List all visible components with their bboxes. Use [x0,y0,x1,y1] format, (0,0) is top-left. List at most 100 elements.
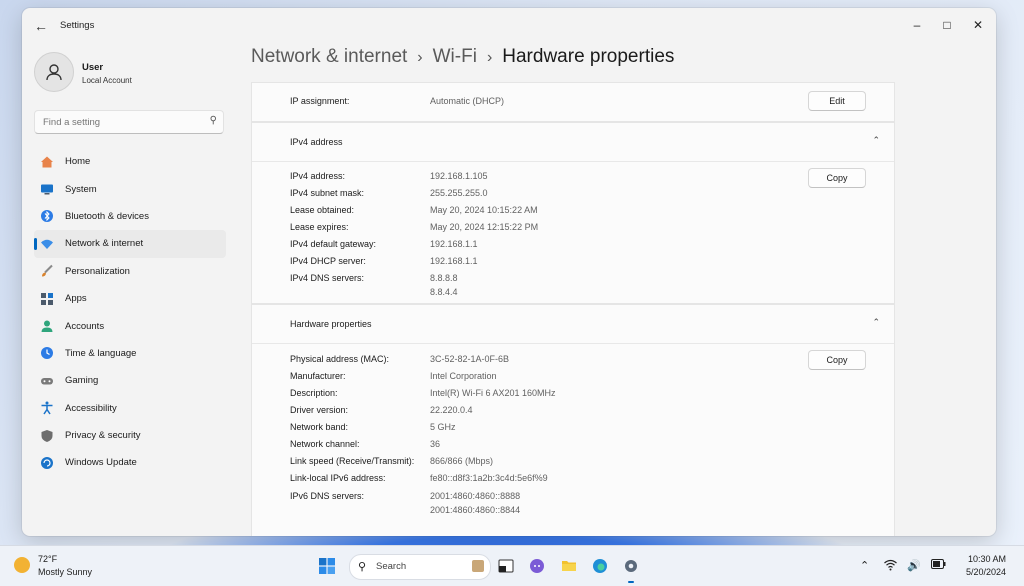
sidebar-item-label: System [65,183,97,195]
ipv4-section-header[interactable]: IPv4 address ⌃ [252,123,894,162]
row-label: IPv4 DNS servers: [290,273,365,283]
sidebar-item-system[interactable]: System [34,175,226,202]
sidebar-item-home[interactable]: Home [34,148,226,175]
row-value: 2001:4860:4860::8844 [430,505,521,515]
sidebar-item-label: Personalization [65,265,130,277]
start-icon[interactable] [318,557,336,575]
copy-hardware-button[interactable]: Copy [808,350,866,370]
page-title: Hardware properties [502,46,675,67]
sidebar-item-privacy[interactable]: Privacy & security [34,422,226,449]
chevron-up-icon[interactable]: ⌃ [872,135,880,146]
ipv4-section-title: IPv4 address [290,137,343,147]
taskbar: 72°F Mostly Sunny ⚲ Search ⌃ 🔊 10:30 AM … [0,545,1024,586]
edge-browser-icon[interactable] [591,557,609,575]
row-label: Manufacturer: [290,371,346,381]
app-title: Settings [60,20,95,31]
system-icon [40,182,54,196]
hardware-card: Hardware properties ⌃ Copy Physical addr… [251,304,895,536]
title-bar: ← Settings – □ ✕ [22,8,996,42]
weather-description[interactable]: Mostly Sunny [38,567,92,577]
update-icon [40,456,54,470]
clock-date[interactable]: 5/20/2024 [966,567,1006,577]
sidebar-item-label: Windows Update [65,457,137,469]
copilot-icon[interactable] [528,557,546,575]
row-value: fe80::d8f3:1a2b:3c4d:5e6f%9 [430,473,548,483]
back-arrow-icon[interactable]: ← [32,17,50,35]
user-name: User [82,62,104,73]
row-label: Network channel: [290,439,360,449]
sidebar-item-label: Gaming [65,375,99,387]
row-value: 2001:4860:4860::8888 [430,491,521,501]
row-value: 36 [430,439,441,449]
maximize-icon[interactable]: □ [932,14,962,36]
sidebar-item-accessibility[interactable]: Accessibility [34,395,226,422]
sidebar-item-accounts[interactable]: Accounts [34,312,226,339]
row-label: IPv4 DHCP server: [290,256,366,266]
copy-ipv4-button[interactable]: Copy [808,168,866,188]
row-value: 192.168.1.1 [430,256,478,266]
row-label: Driver version: [290,405,349,415]
settings-gear-icon[interactable] [622,557,640,575]
row-label: Description: [290,388,338,398]
row-value: 8.8.8.8 [430,273,458,283]
sidebar-item-network[interactable]: Network & internet [34,230,226,258]
sidebar-item-personalization[interactable]: Personalization [34,258,226,285]
chevron-up-icon[interactable]: ⌃ [872,317,880,328]
chevron-right-icon: › [417,49,423,66]
accounts-icon [40,319,54,333]
weather-sun-icon[interactable] [14,557,30,573]
sidebar-item-label: Home [65,156,91,168]
gamepad-icon [40,374,54,388]
task-view-icon[interactable] [497,557,515,575]
row-value: 255.255.255.0 [430,188,488,198]
row-value: 192.168.1.105 [430,171,488,181]
wifi-icon[interactable] [884,559,897,574]
sidebar-item-windows-update[interactable]: Windows Update [34,449,226,476]
sidebar-item-label: Privacy & security [65,430,141,442]
row-label: Lease expires: [290,222,349,232]
breadcrumb-wifi[interactable]: Wi-Fi [433,46,477,67]
row-value: Intel(R) Wi-Fi 6 AX201 160MHz [430,388,556,398]
taskbar-search-label: Search [376,561,407,572]
row-value: 8.8.4.4 [430,287,458,297]
sidebar-item-bluetooth[interactable]: Bluetooth & devices [34,203,226,230]
user-profile[interactable]: User Local Account [34,52,254,102]
row-value: Intel Corporation [430,371,497,381]
sidebar-item-time-language[interactable]: Time & language [34,340,226,367]
minimize-icon[interactable]: – [902,14,932,36]
active-app-indicator [628,581,634,583]
close-icon[interactable]: ✕ [963,14,993,36]
battery-icon[interactable] [931,559,946,572]
ip-assignment-label: IP assignment: [290,96,350,106]
taskbar-search[interactable]: ⚲ Search [349,554,491,580]
file-explorer-icon[interactable] [560,557,578,575]
breadcrumb: Network & internet › Wi-Fi › Hardware proper… [251,46,674,68]
wifi-icon [40,237,54,251]
row-value: 22.220.0.4 [430,405,473,415]
sidebar-nav: Home System Bluetooth & devices Network … [34,148,226,477]
find-setting-search[interactable]: ⚲ [34,110,224,134]
row-label: Physical address (MAC): [290,354,390,364]
edit-button[interactable]: Edit [808,91,866,111]
search-input[interactable] [41,114,205,131]
row-label: IPv4 default gateway: [290,239,377,249]
volume-icon[interactable]: 🔊 [907,559,921,572]
sidebar-item-label: Accounts [65,320,105,332]
account-type: Local Account [82,76,132,85]
clock-time[interactable]: 10:30 AM [968,554,1006,564]
sidebar-item-label: Network & internet [65,238,144,250]
row-label: Lease obtained: [290,205,355,215]
chevron-up-icon[interactable]: ⌃ [860,559,869,572]
row-label: IPv4 address: [290,171,346,181]
apps-icon [40,292,54,306]
sidebar-item-gaming[interactable]: Gaming [34,367,226,394]
ipv4-card: IPv4 address ⌃ Copy IPv4 address: 192.16… [251,122,895,304]
settings-window: ← Settings – □ ✕ User Local Account ⚲ Ho… [22,8,996,536]
weather-temperature[interactable]: 72°F [38,554,57,564]
sidebar-item-apps[interactable]: Apps [34,285,226,312]
row-value: 5 GHz [430,422,456,432]
hardware-section-header[interactable]: Hardware properties ⌃ [252,305,894,344]
sidebar-item-label: Accessibility [65,402,117,414]
breadcrumb-network[interactable]: Network & internet [251,46,407,67]
content-area: IP assignment: Automatic (DHCP) Edit IPv… [251,82,895,536]
